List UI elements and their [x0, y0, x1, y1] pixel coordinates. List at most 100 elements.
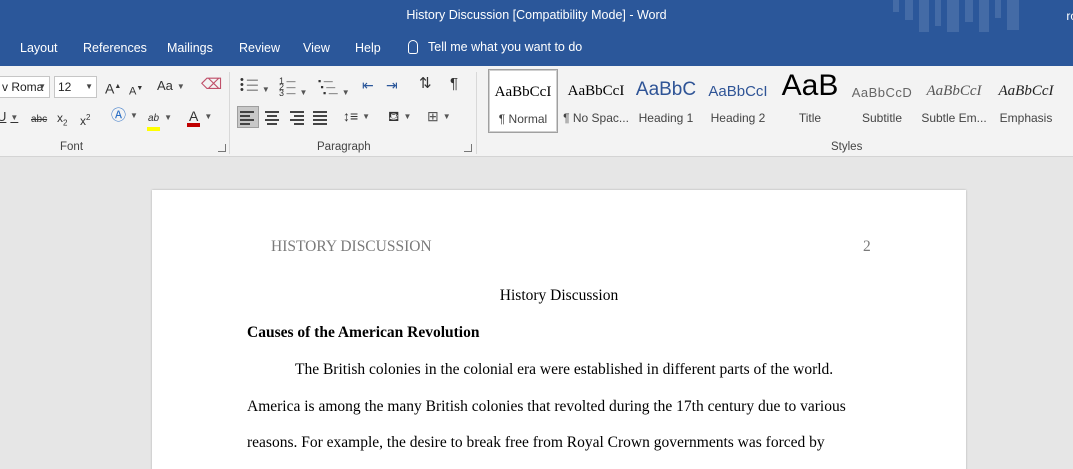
show-formatting-button[interactable]: ¶	[450, 76, 458, 92]
justify-icon	[312, 110, 328, 125]
strikethrough-button[interactable]: abc	[31, 112, 47, 128]
style-preview: AaBbCcI	[998, 83, 1054, 99]
paragraph-dialog-launcher-icon[interactable]	[464, 144, 472, 152]
style-preview: AaB	[781, 69, 839, 102]
subscript-button[interactable]: x2	[57, 110, 67, 131]
align-left-button[interactable]	[237, 106, 259, 128]
style-name: ¶ No Spac...	[563, 111, 629, 125]
borders-button[interactable]: ⊞ ▼	[427, 108, 451, 125]
font-size-value: 12	[58, 80, 72, 94]
change-case-label: Aa	[157, 78, 173, 93]
style-title[interactable]: AaB Title	[774, 69, 846, 133]
decrease-indent-icon: ⇤	[362, 77, 374, 93]
highlight-button[interactable]: ab ▼	[147, 110, 172, 131]
style-normal[interactable]: AaBbCcI ¶ Normal	[488, 69, 558, 133]
clear-formatting-button[interactable]: ⌫	[201, 77, 222, 93]
tab-review[interactable]: Review	[239, 41, 280, 55]
font-color-icon: A	[187, 109, 201, 127]
tab-references[interactable]: References	[83, 41, 147, 55]
change-case-button[interactable]: Aa ▼	[157, 78, 185, 95]
eraser-icon: ⌫	[201, 76, 223, 93]
chevron-down-icon: ▼	[130, 111, 138, 121]
sort-button[interactable]: ⇅	[419, 76, 432, 92]
font-name-combo[interactable]: v Roma ▼	[0, 76, 50, 98]
document-page[interactable]: HISTORY DISCUSSION 2 History Discussion …	[152, 190, 966, 469]
style-preview: AaBbCcI	[567, 83, 625, 99]
underline-button[interactable]: U ▼	[0, 109, 18, 126]
style-name: ¶ Normal	[498, 112, 548, 126]
tell-me-search[interactable]: Tell me what you want to do	[408, 40, 582, 54]
highlighter-icon: ab	[147, 111, 161, 131]
body-line: reasons. For example, the desire to brea…	[247, 434, 825, 451]
increase-indent-button[interactable]: ⇥	[386, 77, 398, 93]
styles-gallery: AaBbCcI ¶ Normal AaBbCcI ¶ No Spac... Aa…	[484, 69, 1073, 135]
tab-mailings[interactable]: Mailings	[167, 41, 213, 55]
justify-button[interactable]	[312, 110, 328, 126]
style-preview: AaBbCcI	[708, 83, 768, 100]
align-left-icon	[240, 110, 256, 125]
text-effects-button[interactable]: Ⓐ ▼	[111, 108, 138, 124]
paint-bucket-icon: ⛾	[388, 108, 400, 124]
subscript-mark: 2	[63, 118, 68, 128]
section-heading: Causes of the American Revolution	[247, 324, 480, 341]
chevron-down-icon: ▼	[442, 112, 451, 122]
style-no-spacing[interactable]: AaBbCcI ¶ No Spac...	[560, 69, 632, 133]
tell-me-label: Tell me what you want to do	[428, 40, 583, 54]
decrease-indent-button[interactable]: ⇤	[362, 77, 374, 93]
tab-view[interactable]: View	[303, 41, 330, 55]
grow-font-button[interactable]: A▲	[105, 79, 121, 97]
line-spacing-icon: ↕≡	[343, 108, 359, 124]
superscript-mark: 2	[86, 113, 91, 122]
style-name: Subtitle	[861, 111, 903, 125]
align-center-button[interactable]	[264, 110, 280, 126]
chevron-down-icon: ▼	[38, 82, 46, 91]
group-divider	[229, 72, 230, 154]
chevron-down-icon: ▼	[164, 113, 173, 122]
style-name: Heading 2	[710, 111, 766, 125]
font-dialog-launcher-icon[interactable]	[218, 144, 226, 152]
style-name: Emphasis	[999, 111, 1053, 125]
pilcrow-icon: ¶	[450, 75, 459, 92]
style-heading-2[interactable]: AaBbCcI Heading 2	[702, 69, 774, 133]
user-name[interactable]: ro	[1066, 9, 1073, 23]
body-line: The British colonies in the colonial era…	[295, 361, 834, 378]
chevron-down-icon: ▼	[341, 87, 350, 97]
font-size-combo[interactable]: 12 ▼	[54, 76, 97, 98]
multilevel-list-button[interactable]: ▪ ― ▪ ― ▪ ― ▼	[318, 77, 350, 101]
chevron-down-icon: ▼	[204, 112, 213, 122]
numbered-list-icon: 1 ― 2 ― 3 ―	[279, 76, 296, 98]
group-divider	[476, 72, 477, 154]
bullets-button[interactable]: • ― • ― • ― ▼	[240, 75, 270, 98]
shading-button[interactable]: ⛾ ▼	[388, 108, 411, 125]
chevron-down-icon: ▼	[261, 84, 270, 94]
superscript-button[interactable]: x2	[80, 110, 90, 129]
font-color-button[interactable]: A ▼	[187, 108, 212, 127]
page-header-text: HISTORY DISCUSSION	[271, 238, 432, 255]
style-preview: AaBbCcI	[926, 83, 982, 99]
style-heading-1[interactable]: AaBbC Heading 1	[630, 69, 702, 133]
window-title: History Discussion [Compatibility Mode] …	[406, 8, 667, 22]
style-subtle-emphasis[interactable]: AaBbCcI Subtle Em...	[918, 69, 990, 133]
style-preview: AaBbCcI	[494, 84, 552, 100]
align-right-icon	[288, 110, 304, 125]
numbering-button[interactable]: 1 ― 2 ― 3 ― ▼	[279, 76, 307, 101]
align-center-icon	[264, 110, 280, 125]
style-name: Subtle Em...	[921, 111, 987, 125]
tab-layout[interactable]: Layout	[20, 41, 58, 55]
align-right-button[interactable]	[288, 110, 304, 126]
sort-icon: ⇅	[419, 75, 432, 92]
shrink-font-button[interactable]: A▼	[129, 81, 143, 100]
page-number: 2	[863, 238, 871, 255]
chevron-down-icon: ▼	[362, 112, 371, 122]
line-spacing-button[interactable]: ↕≡ ▼	[343, 108, 370, 125]
style-emphasis[interactable]: AaBbCcI Emphasis	[990, 69, 1062, 133]
tab-help[interactable]: Help	[355, 41, 381, 55]
chevron-down-icon: ▼	[10, 112, 19, 122]
chevron-down-icon: ▼	[176, 81, 185, 91]
style-subtitle[interactable]: AaBbCcD Subtitle	[846, 69, 918, 133]
chevron-down-icon: ▼	[85, 82, 93, 91]
lightbulb-icon	[408, 40, 418, 54]
style-name: Title	[798, 111, 822, 125]
ribbon-tabs: Layout References Mailings Review View H…	[0, 32, 1073, 66]
style-preview: AaBbC	[635, 79, 697, 100]
